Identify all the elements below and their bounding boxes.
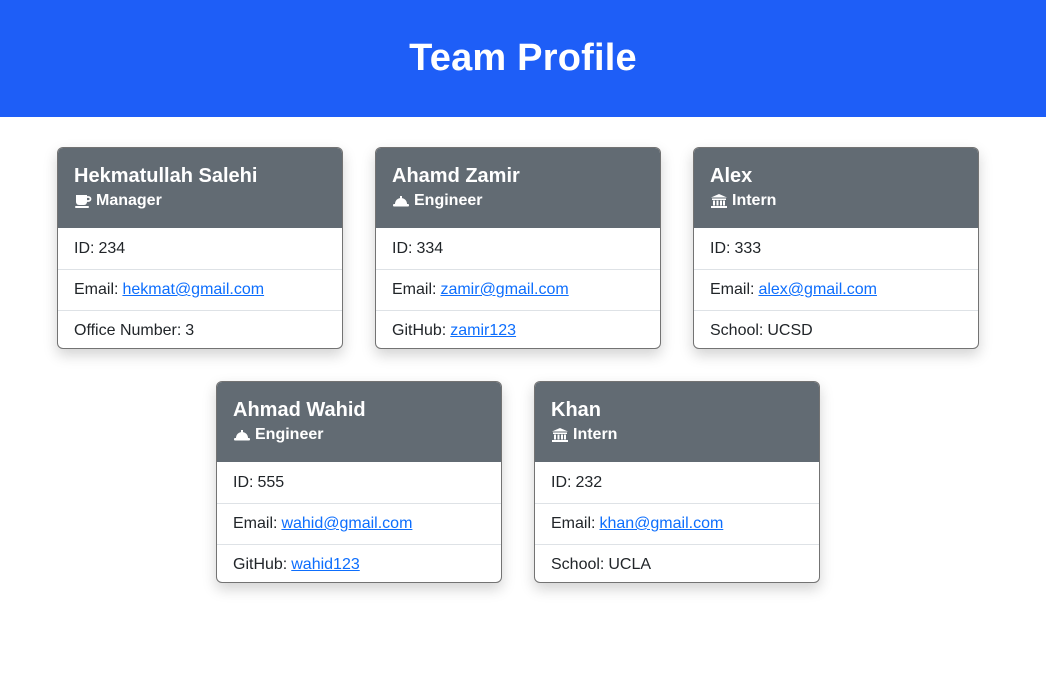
id-value: 232: [575, 473, 603, 491]
id-label: ID:: [74, 239, 95, 257]
role-label: Intern: [573, 426, 618, 443]
employee-role: Manager: [74, 190, 326, 212]
id-row: ID: 334: [376, 228, 660, 269]
github-label: GitHub:: [392, 322, 447, 339]
id-row: ID: 555: [217, 462, 501, 503]
role-label: Intern: [732, 192, 777, 209]
github-label: GitHub:: [233, 556, 288, 573]
employee-role: Intern: [551, 424, 803, 446]
employee-card: Ahamd Zamir Engineer ID: 334 Email: zami…: [375, 147, 661, 349]
github-link[interactable]: wahid123: [291, 556, 360, 574]
card-header: Ahamd Zamir Engineer: [376, 148, 660, 228]
email-link[interactable]: hekmat@gmail.com: [122, 281, 264, 299]
employee-name: Khan: [551, 399, 601, 421]
id-label: ID:: [710, 239, 731, 257]
role-label: Engineer: [414, 192, 483, 209]
github-row: GitHub: zamir123: [376, 310, 660, 348]
email-label: Email:: [551, 515, 596, 532]
email-row: Email: wahid@gmail.com: [217, 503, 501, 544]
employee-card: Khan Intern ID: 232 Email: khan@gmail.co…: [534, 381, 820, 583]
school-value: UCLA: [608, 556, 652, 573]
employee-role: Intern: [710, 190, 962, 212]
school-value: UCSD: [767, 322, 813, 339]
id-row: ID: 333: [694, 228, 978, 269]
email-label: Email:: [233, 515, 278, 532]
id-value: 333: [734, 239, 762, 257]
role-label: Engineer: [255, 426, 324, 443]
email-label: Email:: [74, 281, 119, 298]
employee-name: Hekmatullah Salehi: [74, 165, 258, 187]
hard-hat-icon: [233, 427, 251, 443]
email-link[interactable]: khan@gmail.com: [599, 515, 723, 533]
card-header: Alex Intern: [694, 148, 978, 228]
school-row: School: UCLA: [535, 544, 819, 582]
office-number-value: 3: [185, 322, 195, 339]
id-row: ID: 234: [58, 228, 342, 269]
employee-card: Ahmad Wahid Engineer ID: 555 Email: wahi…: [216, 381, 502, 583]
email-link[interactable]: zamir@gmail.com: [440, 281, 568, 299]
email-row: Email: zamir@gmail.com: [376, 269, 660, 310]
school-label: School:: [710, 322, 764, 339]
employee-card: Hekmatullah Salehi Manager ID: 234 Email…: [57, 147, 343, 349]
employee-name: Ahmad Wahid: [233, 399, 366, 421]
team-cards: Hekmatullah Salehi Manager ID: 234 Email…: [0, 117, 1046, 682]
employee-name: Ahamd Zamir: [392, 165, 520, 187]
employee-details: ID: 232 Email: khan@gmail.com School: UC…: [535, 462, 819, 582]
id-value: 555: [257, 473, 285, 491]
employee-details: ID: 555 Email: wahid@gmail.com GitHub: w…: [217, 462, 501, 582]
school-label: School:: [551, 556, 605, 573]
id-label: ID:: [551, 473, 572, 491]
card-header: Ahmad Wahid Engineer: [217, 382, 501, 462]
card-header: Hekmatullah Salehi Manager: [58, 148, 342, 228]
id-value: 334: [416, 239, 444, 257]
school-building-icon: [551, 427, 569, 443]
employee-role: Engineer: [392, 190, 644, 212]
page-header: Team Profile: [0, 0, 1046, 117]
id-row: ID: 232: [535, 462, 819, 503]
role-label: Manager: [96, 192, 162, 209]
card-header: Khan Intern: [535, 382, 819, 462]
email-row: Email: alex@gmail.com: [694, 269, 978, 310]
employee-name: Alex: [710, 165, 753, 187]
github-link[interactable]: zamir123: [450, 322, 516, 340]
id-value: 234: [98, 239, 126, 257]
email-link[interactable]: alex@gmail.com: [758, 281, 877, 299]
id-label: ID:: [233, 473, 254, 491]
email-label: Email:: [392, 281, 437, 298]
employee-details: ID: 234 Email: hekmat@gmail.com Office N…: [58, 228, 342, 348]
employee-details: ID: 333 Email: alex@gmail.com School: UC…: [694, 228, 978, 348]
github-row: GitHub: wahid123: [217, 544, 501, 582]
mug-icon: [74, 193, 92, 209]
school-building-icon: [710, 193, 728, 209]
office-number-row: Office Number: 3: [58, 310, 342, 348]
page-title: Team Profile: [409, 37, 637, 79]
office-number-label: Office Number:: [74, 322, 182, 339]
email-label: Email:: [710, 281, 755, 298]
email-row: Email: khan@gmail.com: [535, 503, 819, 544]
id-label: ID:: [392, 239, 413, 257]
employee-details: ID: 334 Email: zamir@gmail.com GitHub: z…: [376, 228, 660, 348]
hard-hat-icon: [392, 193, 410, 209]
email-row: Email: hekmat@gmail.com: [58, 269, 342, 310]
email-link[interactable]: wahid@gmail.com: [281, 515, 412, 533]
employee-role: Engineer: [233, 424, 485, 446]
employee-card: Alex Intern ID: 333 Email: alex@gmail.co…: [693, 147, 979, 349]
school-row: School: UCSD: [694, 310, 978, 348]
